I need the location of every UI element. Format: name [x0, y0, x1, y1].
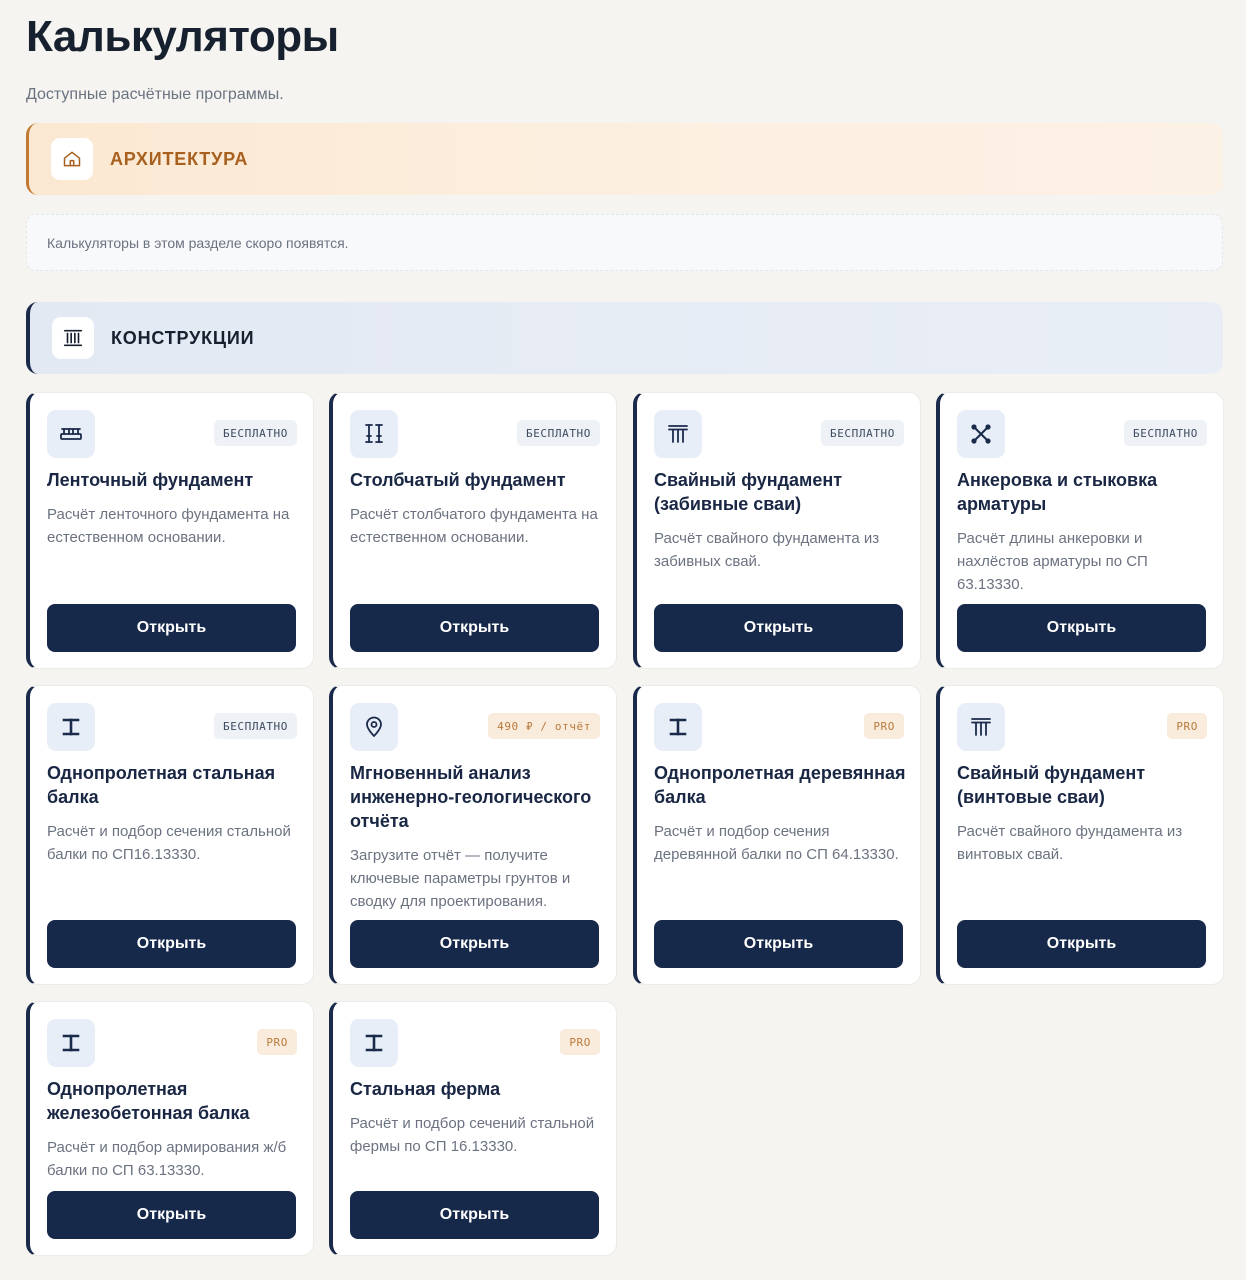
price-badge: PRO [560, 1029, 600, 1055]
card-description: Расчёт ленточного фундамента на естестве… [47, 506, 290, 546]
calculator-grid: БЕСПЛАТНО Ленточный фундамент Расчёт ленто… [26, 392, 1224, 1262]
open-button[interactable]: Открыть [654, 604, 903, 652]
card-title: Столбчатый фундамент [350, 470, 566, 490]
price-badge: PRO [864, 713, 904, 739]
card-description: Расчёт и подбор сечения стальной балки п… [47, 823, 291, 863]
page-title: Калькуляторы [26, 12, 339, 61]
pile-foundation-icon [654, 410, 702, 458]
card-title: Однопролетная деревянная балка [654, 763, 906, 807]
i-beam-icon [47, 1019, 95, 1067]
card-description: Расчёт столбчатого фундамента на естеств… [350, 506, 598, 546]
open-button[interactable]: Открыть [350, 1191, 599, 1239]
open-button[interactable]: Открыть [654, 920, 903, 968]
open-button[interactable]: Открыть [47, 1191, 296, 1239]
card-title: Анкеровка и стыковка арматуры [957, 470, 1158, 514]
calculator-card: 490 ₽ / отчёт Мгновенный анализ инженерно… [329, 685, 617, 985]
home-icon [51, 138, 93, 180]
cross-rebar-icon [957, 410, 1005, 458]
calculator-card: PRO Однопролетная железобетонная балка Рас… [26, 1001, 314, 1256]
card-title: Однопролетная железобетонная балка [47, 1079, 250, 1123]
price-badge: БЕСПЛАТНО [213, 420, 297, 446]
pile-foundation-icon [957, 703, 1005, 751]
price-badge: 490 ₽ / отчёт [488, 713, 600, 739]
location-pin-icon [350, 703, 398, 751]
price-badge: БЕСПЛАТНО [1123, 420, 1207, 446]
section-title: КОНСТРУКЦИИ [111, 327, 255, 348]
card-description: Расчёт и подбор армирования ж/б балки по… [47, 1139, 287, 1179]
calculator-card: БЕСПЛАТНО Однопролетная стальная балка Рас… [26, 685, 314, 985]
calculator-card: PRO Однопролетная деревянная балка Расчёт … [633, 685, 921, 985]
strip-foundation-icon [47, 410, 95, 458]
open-button[interactable]: Открыть [957, 604, 1206, 652]
card-title: Мгновенный анализ инженерно-геологическо… [350, 763, 592, 831]
calculator-card: БЕСПЛАТНО Свайный фундамент (забивные сва… [633, 392, 921, 669]
calculator-card: БЕСПЛАТНО Анкеровка и стыковка арматуры Ра… [936, 392, 1224, 669]
empty-section-notice: Калькуляторы в этом разделе скоро появят… [26, 214, 1223, 271]
section-title: АРХИТЕКТУРА [110, 148, 249, 169]
card-description: Расчёт свайного фундамента из винтовых с… [957, 823, 1183, 863]
card-title: Ленточный фундамент [47, 470, 254, 490]
section-header-architecture[interactable]: АРХИТЕКТУРА [26, 123, 1223, 195]
price-badge: БЕСПЛАТНО [820, 420, 904, 446]
open-button[interactable]: Открыть [957, 920, 1206, 968]
column-foundation-icon [350, 410, 398, 458]
open-button[interactable]: Открыть [47, 920, 296, 968]
card-title: Однопролетная стальная балка [47, 763, 276, 807]
open-button[interactable]: Открыть [350, 920, 599, 968]
calculator-card: БЕСПЛАТНО Столбчатый фундамент Расчёт стол… [329, 392, 617, 669]
card-title: Свайный фундамент (забивные сваи) [654, 470, 843, 514]
columns-icon [52, 317, 94, 359]
section-header-constructions[interactable]: КОНСТРУКЦИИ [26, 302, 1223, 374]
price-badge: БЕСПЛАТНО [516, 420, 600, 446]
card-title: Свайный фундамент (винтовые сваи) [957, 763, 1146, 807]
card-description: Загрузите отчёт — получите ключевые пара… [350, 847, 571, 910]
i-beam-icon [654, 703, 702, 751]
card-description: Расчёт и подбор сечений стальной фермы п… [350, 1115, 595, 1155]
price-badge: PRO [1167, 713, 1207, 739]
card-title: Стальная ферма [350, 1079, 501, 1099]
card-description: Расчёт свайного фундамента из забивных с… [654, 530, 880, 570]
card-description: Расчёт длины анкеровки и нахлёстов армат… [957, 530, 1148, 593]
price-badge: БЕСПЛАТНО [213, 713, 297, 739]
i-beam-icon [47, 703, 95, 751]
calculator-card: БЕСПЛАТНО Ленточный фундамент Расчёт ленто… [26, 392, 314, 669]
open-button[interactable]: Открыть [350, 604, 599, 652]
open-button[interactable]: Открыть [47, 604, 296, 652]
i-beam-icon [350, 1019, 398, 1067]
page-subtitle: Доступные расчётные программы. [26, 86, 284, 103]
calculator-card: PRO Свайный фундамент (винтовые сваи) Расч… [936, 685, 1224, 985]
price-badge: PRO [257, 1029, 297, 1055]
calculator-card: PRO Стальная ферма Расчёт и подбор сечений… [329, 1001, 617, 1256]
card-description: Расчёт и подбор сечения деревянной балки… [654, 823, 899, 863]
